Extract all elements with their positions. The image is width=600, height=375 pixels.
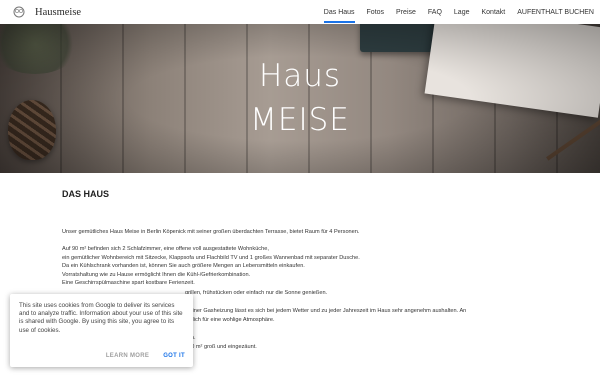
learn-more-button[interactable]: LEARN MORE <box>106 353 149 359</box>
text-line: 000 m² groß und eingezäunt. <box>185 343 257 350</box>
hero-banner: Haus MEISE <box>0 24 600 173</box>
cookie-actions: LEARN MORE GOT IT <box>92 353 185 359</box>
text-line: Da ein Kühlschrank vorhanden ist, können… <box>62 263 305 270</box>
text-line: k einer Gasheizung lässt es sich bei jed… <box>185 308 467 314</box>
nav-item-das-haus[interactable]: Das Haus <box>323 0 355 24</box>
text-line: Vorratshaltung wie zu Hause ermöglicht I… <box>62 271 251 278</box>
nav-item-preise[interactable]: Preise <box>396 0 416 24</box>
text-line: ätzlich für eine wohlige Atmosphäre. <box>185 316 275 323</box>
site-logo-icon[interactable] <box>10 5 28 19</box>
text-line: Eine Geschirrspülmaschine spart kostbare… <box>62 280 195 287</box>
page-title: DAS HAUS <box>62 189 110 199</box>
cookie-banner: This site uses cookies from Google to de… <box>10 294 193 367</box>
site-header: Hausmeise Das Haus Fotos Preise FAQ Lage… <box>0 0 600 24</box>
text-line: Auf 90 m² befinden sich 2 Schlafzimmer, … <box>62 246 269 252</box>
got-it-button[interactable]: GOT IT <box>163 353 185 359</box>
hero-title-line1: Haus <box>258 58 342 94</box>
intro-paragraph: Unser gemütliches Haus Meise in Berlin K… <box>62 229 360 235</box>
text-line: grillen, frühstücken oder einfach nur di… <box>185 290 328 296</box>
text-line: ein gemütlicher Wohnbereich mit Sitzecke… <box>62 254 360 261</box>
nav-item-fotos[interactable]: Fotos <box>367 0 385 24</box>
nav-item-aufenthalt-buchen[interactable]: AUFENTHALT BUCHEN <box>517 0 594 24</box>
cookie-notice-text: This site uses cookies from Google to de… <box>19 302 183 334</box>
nav-item-faq[interactable]: FAQ <box>428 0 442 24</box>
nav-item-kontakt[interactable]: Kontakt <box>481 0 505 24</box>
hero-title-line2: MEISE <box>250 102 350 138</box>
main-nav: Das Haus Fotos Preise FAQ Lage Kontakt A… <box>312 0 594 24</box>
nav-item-lage[interactable]: Lage <box>454 0 470 24</box>
site-title[interactable]: Hausmeise <box>35 7 81 18</box>
